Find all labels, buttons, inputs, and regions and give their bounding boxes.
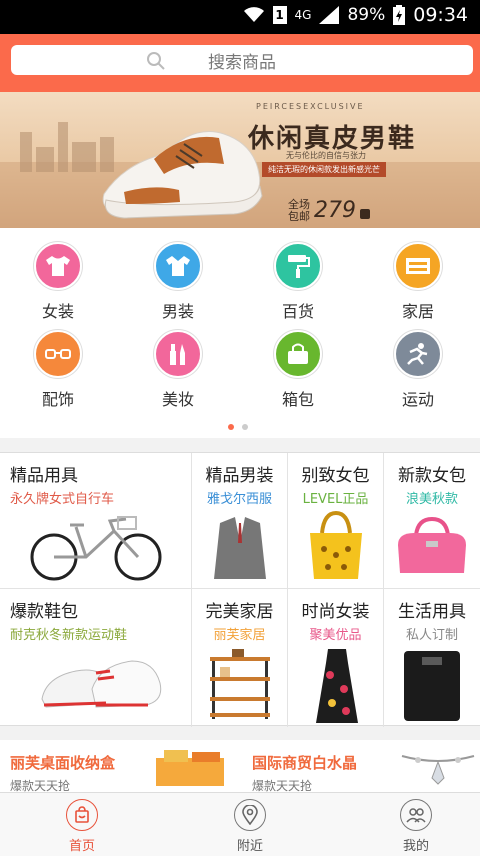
product-card-suit[interactable]: 精品男装 雅戈尔西服 [192,453,288,589]
category-men[interactable]: 男装 [133,242,223,322]
product-title: 精品男装 [205,466,274,486]
banner-subtitle: 无与伦比的自信与张力 [286,151,366,160]
category-accessories[interactable]: 配饰 [13,330,103,410]
dress-image [316,649,358,723]
tab-home[interactable]: 首页 [32,799,132,854]
product-subtitle: 聚美优品 [309,628,362,643]
storage-box-image [156,750,224,786]
product-subtitle: 永久牌女式自行车 [10,492,115,507]
price-value: 279 [314,198,356,223]
suit-image [214,517,266,579]
product-title: 别致女包 [301,466,370,486]
makeup-icon [154,330,202,378]
page-indicator [228,424,248,430]
promo-banner[interactable]: PEIRCESEXCLUSIVE 休闲真皮男鞋 无与伦比的自信与张力 纯洁无瑕的… [0,92,480,228]
category-beauty[interactable]: 美妆 [133,330,223,410]
product-card-bicycle[interactable]: 精品用具 永久牌女式自行车 [0,453,192,589]
bicycle-image [30,516,162,581]
category-grid: 女装 男装 百货 家居 配饰 美妆 箱包 运动 [0,228,480,438]
product-subtitle: 雅戈尔西服 [206,492,272,507]
product-subtitle: 私人订制 [405,628,458,643]
scale-image [404,651,460,721]
shirt-icon [154,242,202,290]
sneakers-image [41,660,162,708]
tshirt-icon [34,242,82,290]
category-home[interactable]: 家居 [373,242,463,322]
product-card-pink-bag[interactable]: 新款女包 浪美秋款 [384,453,480,589]
category-label: 箱包 [281,390,314,409]
product-card-shelf[interactable]: 完美家居 丽芙家居 [192,589,288,727]
product-subtitle: 耐克秋冬新款运动鞋 [10,628,128,643]
product-card-yellow-bag[interactable]: 别致女包 LEVEL正品 [288,453,384,589]
tab-label: 首页 [68,839,95,854]
header: 搜索商品 [0,34,480,92]
shelf-image [210,649,270,719]
user-icon [400,799,432,831]
price-label-2: 包邮 [288,210,310,223]
ad-crystal[interactable]: 国际商贸白水晶 爆款天天抢 [252,740,475,793]
product-subtitle: 浪美秋款 [405,492,458,507]
battery-icon [393,5,406,25]
product-title: 爆款鞋包 [10,602,78,622]
search-icon [147,52,165,70]
status-bar: 1 4G 89% 09:34 [0,0,480,34]
product-title: 新款女包 [398,466,466,486]
tab-label: 我的 [402,839,429,854]
product-subtitle: LEVEL正品 [302,492,369,507]
product-grid: 精品用具 永久牌女式自行车 精品男装 雅戈尔西服 别致女包 LEVEL正品 新款… [0,452,480,727]
search-placeholder: 搜索商品 [208,52,276,73]
product-title: 完美家居 [205,602,274,622]
product-card-dress[interactable]: 时尚女装 聚美优品 [288,589,384,727]
crystal-image [401,755,475,785]
tab-label: 附近 [236,839,263,854]
wifi-icon [243,7,264,22]
category-label: 配饰 [41,390,74,409]
tab-nearby[interactable]: 附近 [200,799,300,854]
tab-mine[interactable]: 我的 [366,799,466,854]
pink-bag-image [398,516,466,573]
banner-tagline: 纯洁无瑕的休闲款发出新感光芒 [262,162,386,177]
product-card-sneakers[interactable]: 爆款鞋包 耐克秋冬新款运动鞋 [0,589,192,727]
category-bags[interactable]: 箱包 [253,330,343,410]
category-label: 家居 [401,302,434,321]
page-dot[interactable] [228,424,234,430]
product-card-scale[interactable]: 生活用具 私人订制 [384,589,480,727]
category-label: 美妆 [161,390,194,409]
yellow-bag-image [310,510,362,579]
category-label: 男装 [161,302,194,321]
category-label: 女装 [41,302,74,321]
clock: 09:34 [413,4,468,26]
cabinet-icon [394,242,442,290]
running-icon [394,330,442,378]
product-title: 时尚女装 [301,602,370,622]
category-label: 百货 [281,302,314,321]
product-title: 精品用具 [10,466,78,486]
network-label: 4G [294,8,312,22]
product-subtitle: 丽芙家居 [213,628,266,643]
ad-storage-box[interactable]: 丽芙桌面收纳盒 爆款天天抢 [10,740,230,793]
battery-percent: 89% [347,5,386,25]
banner-price: 全场 包邮 279 [288,198,370,223]
category-sports[interactable]: 运动 [373,330,463,410]
sim-icon: 1 [272,6,287,24]
bag-icon-small [360,209,370,219]
signal-icon [319,6,340,24]
product-title: 生活用具 [398,602,466,622]
category-general[interactable]: 百货 [253,242,343,322]
glasses-icon [34,330,82,378]
category-label: 运动 [401,390,434,409]
category-women[interactable]: 女装 [13,242,103,322]
page-dot[interactable] [242,424,248,430]
home-bag-icon [66,799,98,831]
tab-bar: 首页 附近 我的 [0,792,480,856]
search-input[interactable]: 搜索商品 [11,45,473,75]
bag-icon [274,330,322,378]
bottom-ads: 丽芙桌面收纳盒 爆款天天抢 国际商贸白水晶 爆款天天抢 [0,740,480,793]
status-icons: 1 4G 89% 09:34 [243,4,468,26]
roller-icon [274,242,322,290]
location-icon [234,799,266,831]
banner-brand: PEIRCESEXCLUSIVE [256,102,365,111]
